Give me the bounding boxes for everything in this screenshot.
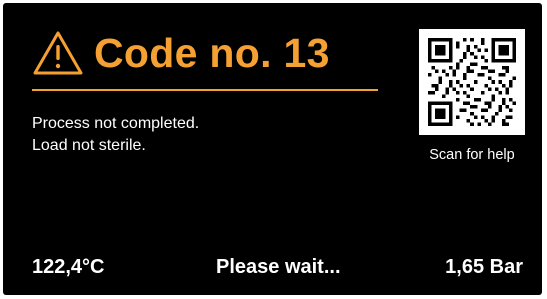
status-bar: 122,4°C Please wait... 1,65 Bar <box>32 256 523 284</box>
error-message: Process not completed. Load not sterile. <box>32 113 199 157</box>
message-line-1: Process not completed. <box>32 115 200 132</box>
error-code-title: Code no. 13 <box>94 29 330 76</box>
pressure-readout: 1,65 Bar <box>445 256 523 278</box>
qr-code-icon[interactable] <box>419 29 525 135</box>
error-header: Code no. 13 <box>32 21 330 85</box>
temperature-readout: 122,4°C <box>32 256 105 278</box>
status-message: Please wait... <box>216 256 341 278</box>
divider <box>32 89 378 91</box>
display-screen: Code no. 13 Process not completed. Load … <box>3 3 542 295</box>
warning-icon <box>33 31 83 75</box>
message-line-2: Load not sterile. <box>32 137 146 154</box>
qr-caption: Scan for help <box>429 147 515 163</box>
